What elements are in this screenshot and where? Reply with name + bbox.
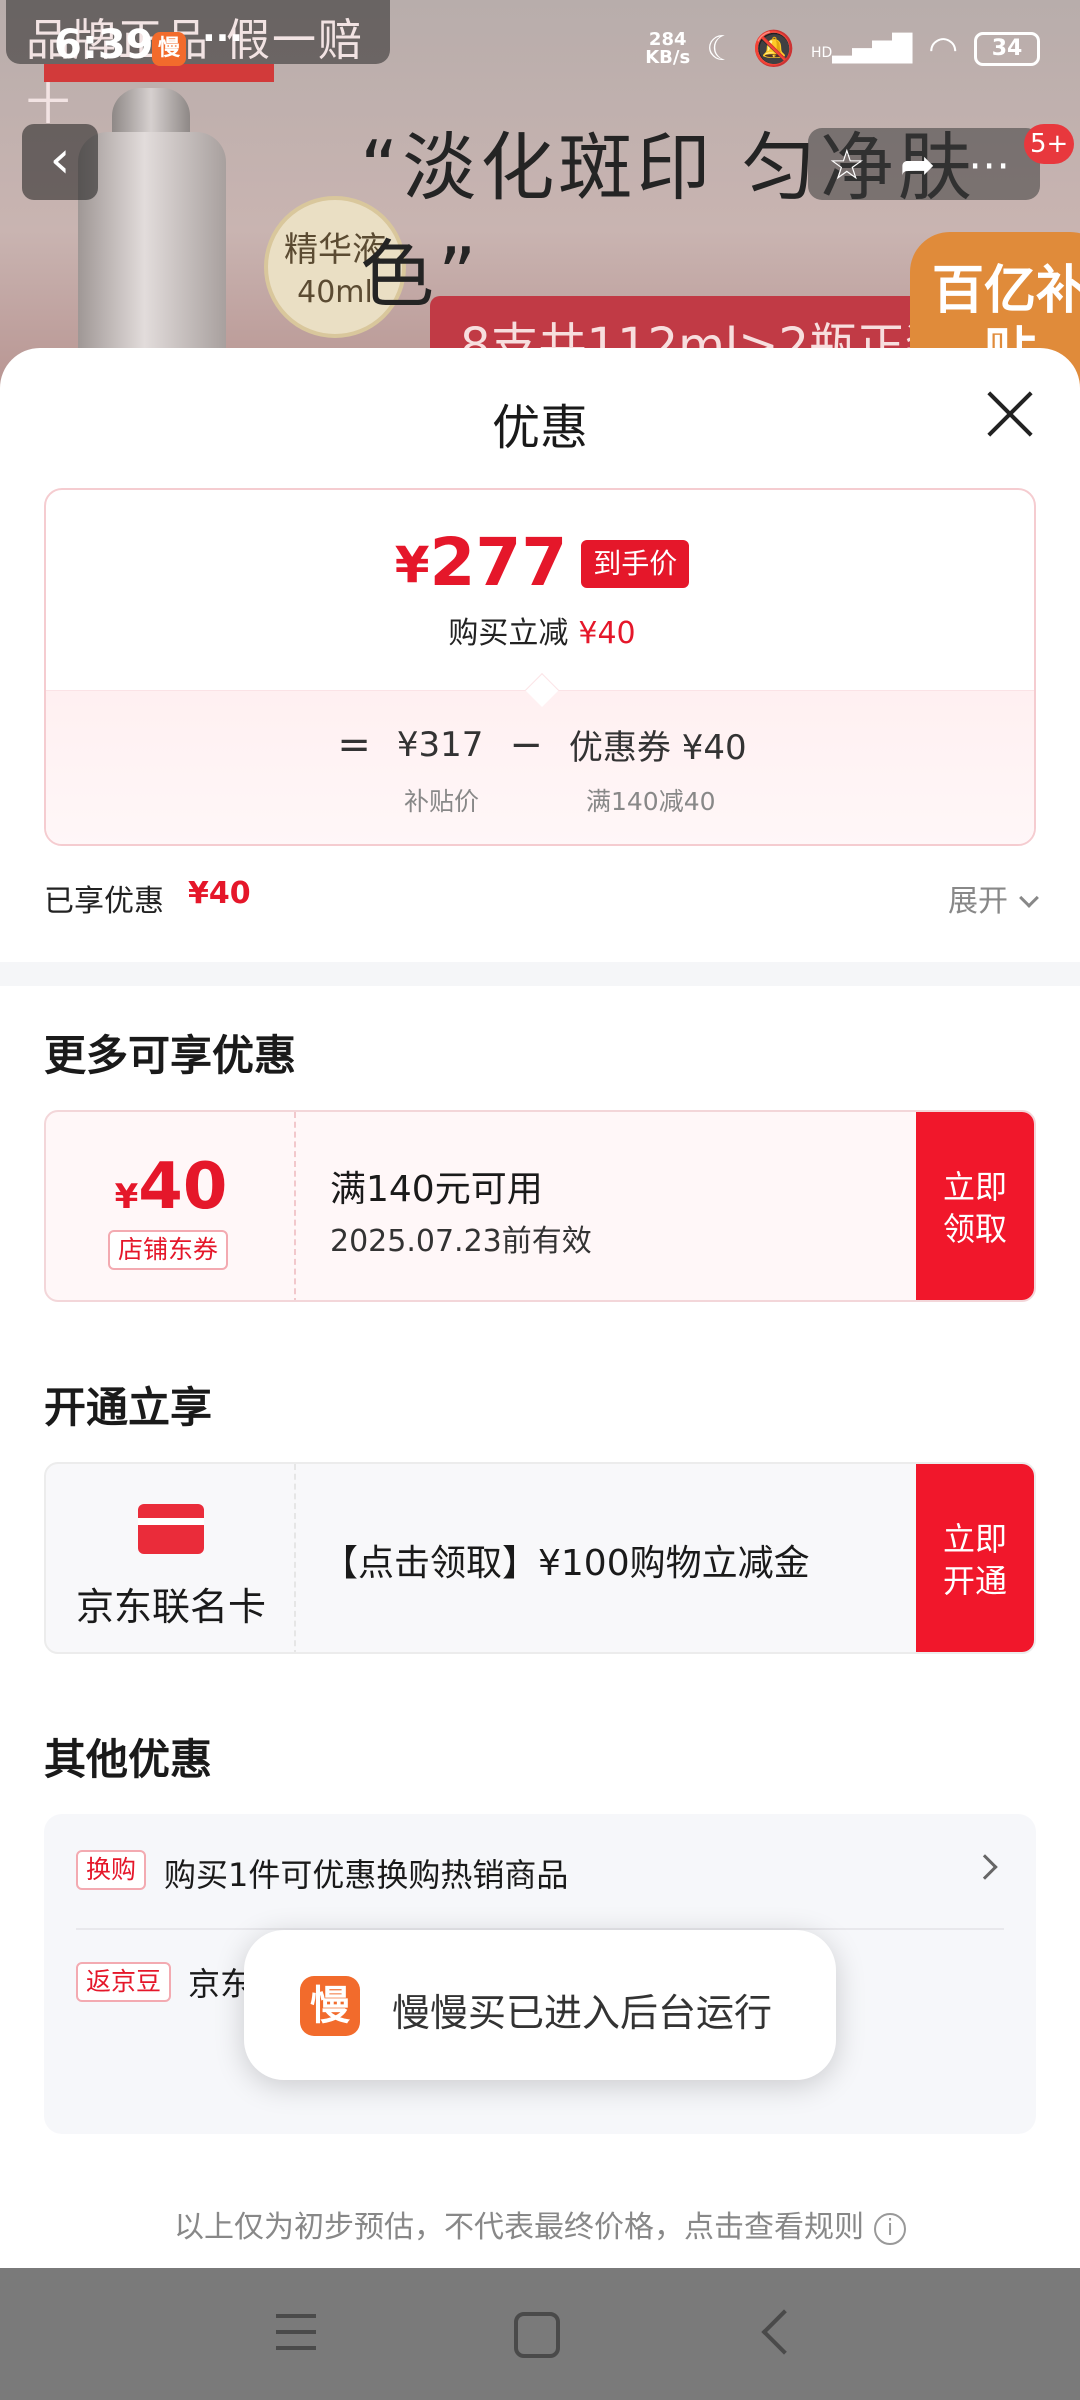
- toast-message: 慢慢买已进入后台运行: [392, 1991, 773, 2035]
- claim-button-line1: 立即: [942, 1168, 1007, 1206]
- open-card-button[interactable]: 立即 开通: [916, 1464, 1034, 1652]
- store-coupon-card: ¥40 店铺东券 满140元可用 2025.07.23前有效 立即 领取: [44, 1110, 1036, 1302]
- coupon-amount-area: ¥40 店铺东券: [46, 1112, 296, 1300]
- more-notifications-icon: ···: [202, 18, 244, 59]
- signal-icon: HD▂▄▆█: [811, 34, 913, 64]
- sheet-title: 优惠: [491, 400, 588, 456]
- disclaimer-text: 以上仅为初步预估，不代表最终价格，点击查看规则: [174, 2210, 864, 2245]
- status-icons: 284 KB/s ☾ 🔕 HD▂▄▆█ ◠ 34: [645, 24, 1040, 74]
- reduction-line: 购买立减 ¥40: [46, 608, 1034, 652]
- recent-apps-icon[interactable]: [264, 2298, 334, 2368]
- coupon-amount: ¥40: [46, 1150, 296, 1224]
- enjoyed-discount-label: 已享优惠: [44, 884, 164, 919]
- trade-in-tag: 换购: [76, 1850, 147, 1890]
- status-bar: 6:39 慢 ··· 284 KB/s ☾ 🔕 HD▂▄▆█ ◠ 34: [0, 0, 1080, 100]
- coupon-expiry: 2025.07.23前有效: [330, 1224, 592, 1259]
- open-button-line1: 立即: [942, 1520, 1007, 1558]
- open-button-line2: 开通: [942, 1562, 1007, 1600]
- info-icon[interactable]: i: [874, 2212, 906, 2245]
- more-offers-title: 更多可享优惠: [44, 1031, 297, 1080]
- system-navigation-bar: [0, 2268, 1080, 2400]
- claim-coupon-button[interactable]: 立即 领取: [916, 1112, 1034, 1300]
- expand-label: 展开: [948, 884, 1008, 919]
- reduction-label: 购买立减: [448, 616, 569, 651]
- background-run-toast: 慢 慢慢买已进入后台运行: [244, 1930, 836, 2080]
- expand-toggle[interactable]: 展开: [948, 876, 1039, 920]
- final-price-tag: 到手价: [581, 540, 690, 588]
- mute-icon: 🔕: [752, 29, 796, 69]
- coupon-type-badge: 店铺东券: [108, 1230, 229, 1270]
- network-speed: 284 KB/s: [645, 31, 690, 67]
- subsidy-price-label: 补贴价: [404, 787, 480, 816]
- star-icon[interactable]: ☆: [828, 140, 866, 189]
- trade-in-offer-text: 购买1件可优惠换购热销商品: [164, 1856, 569, 1894]
- coupon-condition-label: 满140减40: [586, 787, 716, 816]
- coupon-currency: ¥: [114, 1177, 139, 1217]
- back-icon[interactable]: [740, 2298, 810, 2368]
- claim-button-line2: 领取: [942, 1210, 1007, 1248]
- more-icon[interactable]: ⋯: [968, 140, 1010, 189]
- status-time: 6:39: [54, 22, 154, 68]
- subsidy-price: ¥317: [396, 724, 484, 765]
- minus-sign: −: [509, 721, 543, 768]
- app-notification-icon: 慢: [152, 32, 186, 66]
- chevron-down-icon: [1019, 888, 1039, 908]
- moon-icon: ☾: [706, 29, 737, 69]
- cobrand-card-area: 京东联名卡: [46, 1464, 296, 1652]
- price-disclaimer[interactable]: 以上仅为初步预估，不代表最终价格，点击查看规则 i: [0, 2202, 1080, 2246]
- coupon-deduction-value: ¥40: [681, 728, 747, 768]
- share-icon[interactable]: ➦: [900, 140, 935, 189]
- other-offers-title: 其他优惠: [44, 1735, 213, 1784]
- section-divider: [0, 962, 1080, 986]
- app-logo-icon: 慢: [300, 1976, 360, 2036]
- enjoyed-discount-row[interactable]: 已享优惠 ¥40 展开: [44, 876, 1039, 920]
- trade-in-offer-row[interactable]: 换购 购买1件可优惠换购热销商品: [76, 1850, 1004, 1894]
- final-price-currency: ¥: [394, 536, 430, 594]
- equals-sign: =: [337, 721, 371, 768]
- coupon-deduction-label: 优惠券: [568, 728, 671, 768]
- coupon-condition: 满140元可用: [330, 1169, 543, 1210]
- wifi-icon: ◠: [928, 29, 958, 69]
- jd-beans-tag: 返京豆: [76, 1962, 172, 2002]
- price-summary-card: ¥ 277 到手价 购买立减 ¥40 = ¥317 − 优惠券 ¥40 补贴价 满…: [44, 488, 1036, 846]
- final-price: 277: [429, 524, 568, 601]
- coupon-amount-value: 40: [138, 1150, 228, 1224]
- final-price-row: ¥ 277 到手价: [46, 524, 1034, 601]
- coupon-deduction: 优惠券 ¥40: [569, 720, 747, 769]
- network-speed-unit: KB/s: [645, 47, 691, 68]
- credit-card-icon: [138, 1504, 204, 1554]
- home-icon[interactable]: [500, 2298, 570, 2368]
- open-to-enjoy-title: 开通立享: [44, 1383, 213, 1432]
- enjoyed-discount-value: ¥40: [188, 876, 251, 911]
- battery-icon: 34: [974, 32, 1040, 66]
- product-action-bar: ☆ ➦ ⋯: [808, 128, 1040, 200]
- price-formula: = ¥317 − 优惠券 ¥40: [46, 720, 1034, 769]
- back-button[interactable]: ‹: [22, 124, 98, 200]
- jd-cobrand-card-offer: 京东联名卡 【点击领取】¥100购物立减金 立即 开通: [44, 1462, 1036, 1654]
- cobrand-card-name: 京东联名卡: [75, 1585, 266, 1629]
- chevron-right-icon: [972, 1854, 998, 1880]
- notification-count-badge: 5+: [1024, 124, 1075, 164]
- hd-label: HD: [811, 45, 833, 61]
- reduction-value: ¥40: [578, 616, 636, 651]
- cobrand-card-offer-text: 【点击领取】¥100购物立减金: [322, 1543, 810, 1584]
- close-icon[interactable]: [980, 384, 1040, 444]
